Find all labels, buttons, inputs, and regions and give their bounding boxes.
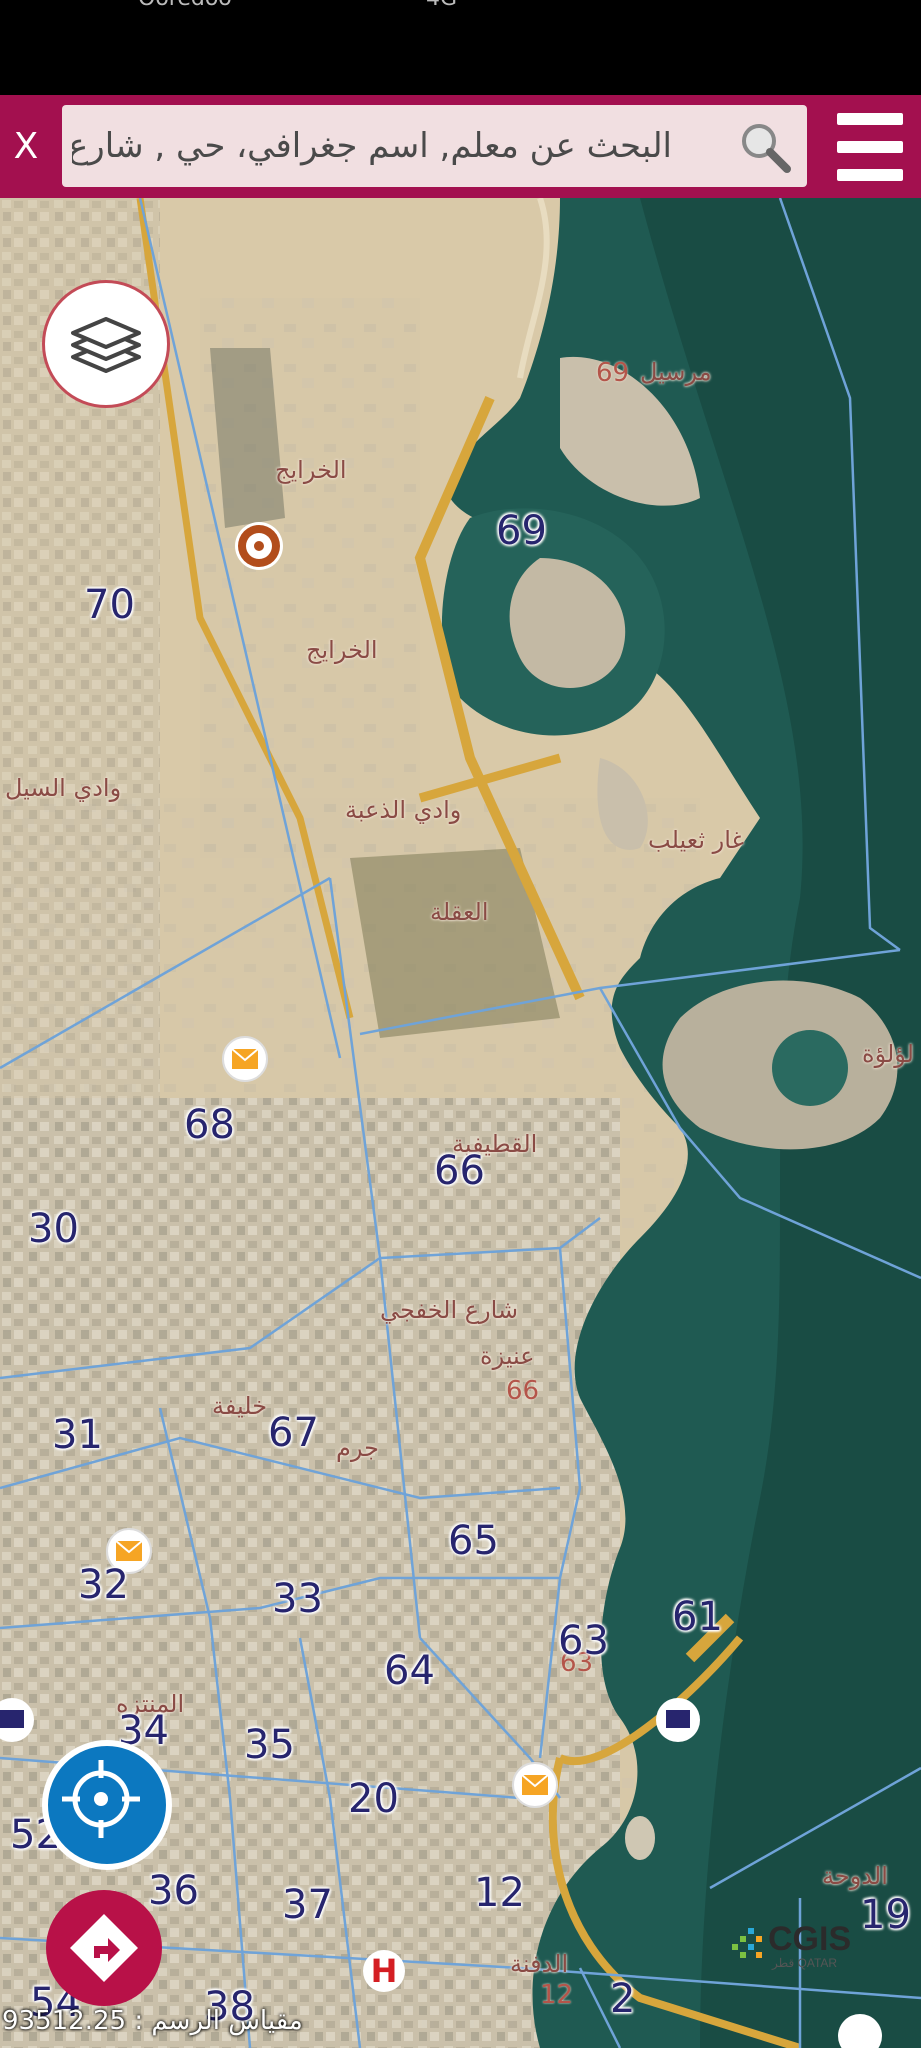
football-icon[interactable] bbox=[235, 522, 283, 570]
zone-label: 64 bbox=[384, 1648, 435, 1694]
place-name: وادي السيل bbox=[5, 774, 122, 802]
zone-label: 65 bbox=[448, 1518, 499, 1564]
place-name: العقلة bbox=[430, 898, 489, 926]
zone-label: 30 bbox=[28, 1206, 79, 1252]
directions-icon bbox=[70, 1914, 138, 1982]
place-name: الخرايج bbox=[275, 456, 347, 484]
faded-zone-number: 66 bbox=[506, 1376, 540, 1406]
zone-label: 61 bbox=[672, 1594, 723, 1640]
locate-icon bbox=[62, 1760, 140, 1838]
place-name: غار ثعيلب bbox=[648, 826, 745, 854]
faded-zone-number: 69 bbox=[596, 358, 630, 388]
search-input[interactable] bbox=[72, 105, 672, 187]
cgis-logo-text: CGIS bbox=[768, 1920, 852, 1958]
search-box[interactable] bbox=[62, 105, 807, 187]
zone-label: 63 bbox=[558, 1618, 609, 1664]
zone-label: 67 bbox=[268, 1410, 319, 1456]
place-name: خليفة bbox=[212, 1392, 268, 1420]
scale-text: مقياس الرسم : 93512.25 bbox=[2, 2006, 303, 2036]
network-text: 4G bbox=[426, 0, 457, 11]
zone-label: 20 bbox=[348, 1776, 399, 1822]
zone-label: 12 bbox=[474, 1870, 525, 1916]
zone-label: 2 bbox=[610, 1976, 636, 2022]
zone-label: 37 bbox=[282, 1882, 333, 1928]
zone-label: 69 bbox=[496, 508, 547, 554]
map-view[interactable]: مرسيل الخرايج الخرايج وادي السيل وادي ال… bbox=[0, 198, 921, 2048]
locate-button[interactable] bbox=[42, 1740, 172, 1870]
zone-label: 19 bbox=[860, 1892, 911, 1938]
zone-label: 32 bbox=[78, 1562, 129, 1608]
place-name: عنيزة bbox=[480, 1342, 535, 1370]
zone-label: 31 bbox=[52, 1412, 103, 1458]
place-name: جرم bbox=[336, 1434, 379, 1462]
place-name: وادي الذعبة bbox=[345, 796, 462, 824]
status-bar: Ooredoo 4G bbox=[0, 0, 921, 95]
cgis-logo-subtext: قطر QATAR bbox=[772, 1956, 838, 1970]
zone-label: 68 bbox=[184, 1102, 235, 1148]
directions-button[interactable] bbox=[46, 1890, 162, 2006]
place-name: شارع الخفجي bbox=[380, 1296, 519, 1324]
cgis-logo: CGIS قطر QATAR bbox=[732, 1916, 862, 1976]
place-name: مرسيل bbox=[640, 358, 712, 386]
faded-zone-number: 12 bbox=[540, 1980, 574, 2010]
place-name: الدوحة bbox=[822, 1862, 888, 1890]
search-icon[interactable] bbox=[735, 117, 795, 177]
hospital-icon[interactable]: H bbox=[363, 1950, 405, 1992]
place-name: الخرايج bbox=[306, 636, 378, 664]
place-name: لؤلؤة bbox=[862, 1040, 914, 1068]
top-bar: X bbox=[0, 95, 921, 198]
carrier-text: Ooredoo bbox=[138, 0, 232, 11]
place-name: الدفنة bbox=[510, 1950, 569, 1978]
zone-label: 33 bbox=[272, 1576, 323, 1622]
layers-button[interactable] bbox=[42, 280, 170, 408]
mail-icon[interactable] bbox=[512, 1762, 558, 1808]
zone-label: 35 bbox=[244, 1722, 295, 1768]
zone-label: 70 bbox=[84, 582, 135, 628]
menu-icon[interactable] bbox=[837, 113, 903, 181]
layers-icon bbox=[71, 317, 141, 373]
mail-icon[interactable] bbox=[222, 1036, 268, 1082]
zone-label: 66 bbox=[434, 1148, 485, 1194]
close-button[interactable]: X bbox=[0, 95, 52, 198]
